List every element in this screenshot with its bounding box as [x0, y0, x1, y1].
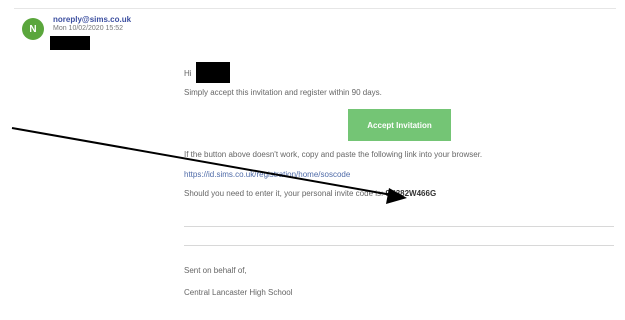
invite-code-line: Should you need to enter it, your person…: [184, 189, 436, 198]
sender-avatar: N: [22, 18, 44, 40]
invite-code: 9K382W466G: [385, 189, 437, 198]
fallback-instructions: If the button above doesn't work, copy a…: [184, 150, 483, 159]
school-name: Central Lancaster High School: [184, 288, 293, 297]
accept-instructions: Simply accept this invitation and regist…: [184, 88, 382, 97]
sender-email[interactable]: noreply@sims.co.uk: [53, 15, 131, 24]
sent-on-behalf-label: Sent on behalf of,: [184, 266, 247, 275]
top-divider: [14, 8, 616, 9]
annotation-arrow: [11, 127, 407, 204]
sent-date: Mon 10/02/2020 15:52: [53, 25, 124, 32]
arrow-line: [11, 127, 393, 196]
divider: [184, 226, 614, 227]
registration-link[interactable]: https://id.sims.co.uk/registration/home/…: [184, 170, 350, 179]
email-view: N noreply@sims.co.uk Mon 10/02/2020 15:5…: [0, 0, 625, 320]
greeting: Hi: [184, 69, 192, 78]
redaction-box: [50, 36, 90, 50]
divider: [184, 245, 614, 246]
accept-invitation-button[interactable]: Accept Invitation: [348, 109, 451, 141]
sender-initial: N: [29, 23, 37, 35]
invite-code-label: Should you need to enter it, your person…: [184, 189, 384, 198]
redaction-box: [196, 62, 230, 83]
